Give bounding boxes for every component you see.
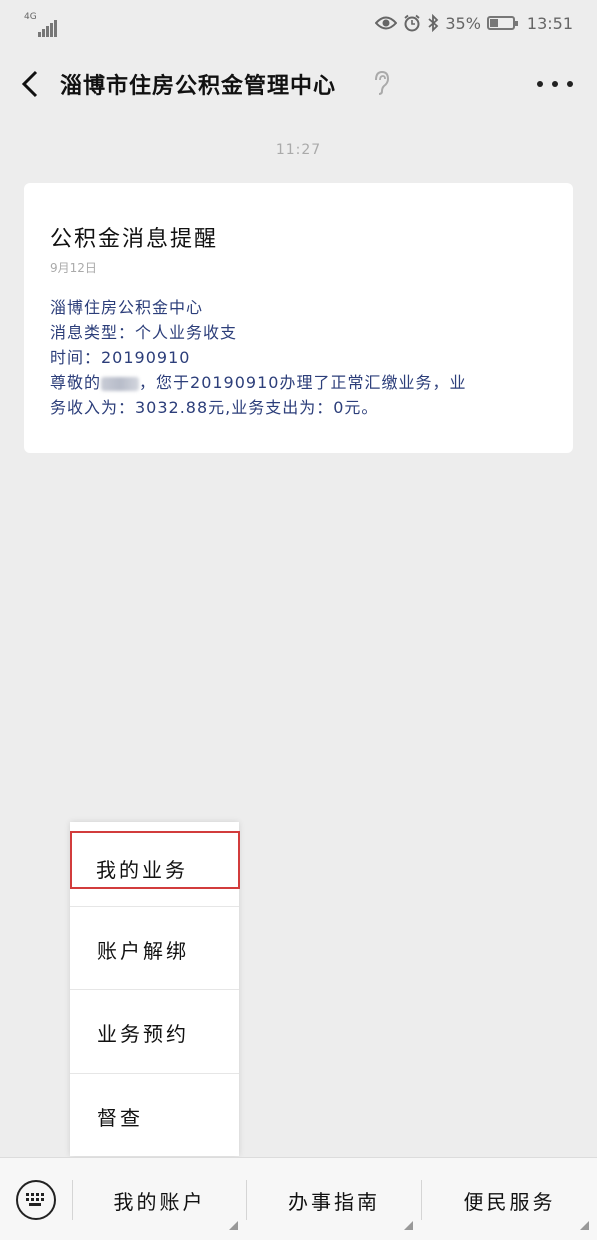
redacted-name xyxy=(101,376,140,391)
card-line: 务收入为：3032.88元,业务支出为：0元。 xyxy=(50,398,379,417)
back-button[interactable] xyxy=(14,66,46,102)
bottom-menu-bar: 我的账户 办事指南 便民服务 xyxy=(0,1157,597,1240)
signal-icon: 4G xyxy=(24,12,58,37)
battery-percent: 35% xyxy=(445,13,481,33)
submenu-item-supervision[interactable]: 督查 xyxy=(70,1073,239,1156)
eye-icon xyxy=(375,15,398,31)
submenu-indicator-icon xyxy=(229,1221,238,1230)
card-body: 淄博住房公积金中心 消息类型：个人业务收支 时间：20190910 尊敬的 ，您于… xyxy=(50,295,550,420)
more-horizontal-icon xyxy=(537,81,543,87)
card-title: 公积金消息提醒 xyxy=(50,227,219,252)
bluetooth-icon xyxy=(427,14,439,32)
status-icons: 35% 13:51 xyxy=(375,11,573,35)
message-timestamp: 11:27 xyxy=(275,142,322,158)
submenu-indicator-icon xyxy=(580,1221,589,1230)
title-bar: 淄博市住房公积金管理中心 xyxy=(0,46,597,124)
submenu-indicator-icon xyxy=(404,1221,413,1230)
submenu-item-my-business[interactable]: 我的业务 xyxy=(70,831,240,889)
card-line: 时间：20190910 xyxy=(50,348,191,367)
submenu-item-unbind-account[interactable]: 账户解绑 xyxy=(70,906,239,989)
alarm-icon xyxy=(403,14,421,32)
more-button[interactable] xyxy=(537,74,573,94)
card-date: 9月12日 xyxy=(50,261,97,275)
keyboard-icon xyxy=(26,1193,46,1207)
card-line: 尊敬的 ，您于20190910办理了正常汇缴业务，业 xyxy=(50,373,467,392)
submenu-popup: 我的业务 账户解绑 业务预约 督查 xyxy=(70,822,240,1156)
tab-guide[interactable]: 办事指南 xyxy=(247,1158,421,1240)
submenu-item-appointment[interactable]: 业务预约 xyxy=(70,989,239,1072)
card-line: 消息类型：个人业务收支 xyxy=(50,323,238,342)
keyboard-button[interactable] xyxy=(16,1180,56,1220)
chevron-left-icon xyxy=(21,70,38,98)
page-title: 淄博市住房公积金管理中心 xyxy=(60,74,337,99)
status-bar: 4G 35% 13:51 xyxy=(0,0,597,46)
message-card[interactable]: 公积金消息提醒 9月12日 淄博住房公积金中心 消息类型：个人业务收支 时间：2… xyxy=(24,183,573,453)
clock: 13:51 xyxy=(526,13,573,33)
network-type: 4G xyxy=(24,12,37,22)
ear-icon xyxy=(372,70,390,100)
tab-public-service[interactable]: 便民服务 xyxy=(422,1158,597,1240)
battery-icon xyxy=(486,16,518,30)
tab-my-account[interactable]: 我的账户 xyxy=(73,1158,246,1240)
card-line: 淄博住房公积金中心 xyxy=(50,298,204,317)
